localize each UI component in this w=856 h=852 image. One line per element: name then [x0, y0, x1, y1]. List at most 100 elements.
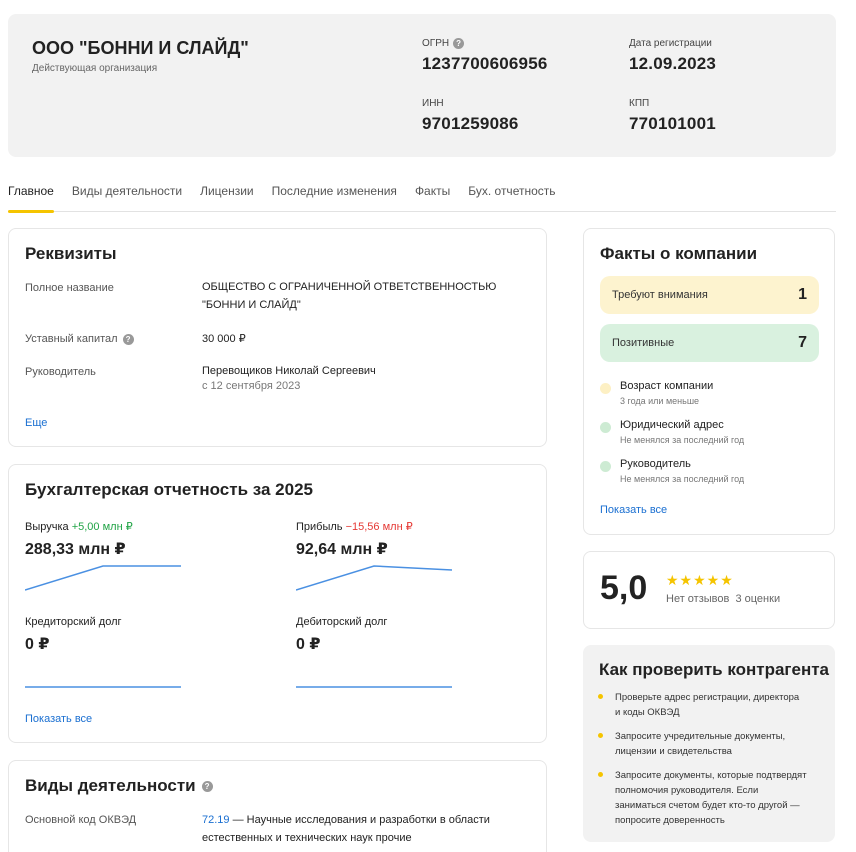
main-code-label: Основной код ОКВЭД [25, 814, 137, 826]
tip-line: полномочия руководителя. Если [615, 785, 759, 796]
kpp-label: КПП [629, 98, 650, 109]
status-dot-icon [600, 383, 611, 394]
help-icon[interactable]: ? [453, 38, 465, 49]
tip-line: и коды ОКВЭД [615, 707, 680, 718]
stars-icon[interactable]: ★★★★★ [666, 572, 734, 589]
facts-show-all-link[interactable]: Показать все [600, 504, 667, 516]
tab-bar: Главное Виды деятельности Лицензии После… [8, 176, 836, 213]
rating-card: 5,0 ★★★★★ Нет отзывов 3 оценки [583, 551, 835, 629]
creditor-label: Кредиторский долг [25, 616, 122, 628]
tab-accounting[interactable]: Бух. отчетность [468, 176, 555, 212]
bullet-icon [598, 733, 603, 738]
tip-line: лицензии и свидетельства [615, 746, 732, 757]
ratings-count: 3 оценки [735, 593, 781, 605]
check-counterparty-card: Как проверить контрагента Проверьте адре… [583, 645, 835, 842]
director-name[interactable]: Перевощиков Николай Сергеевич [202, 362, 376, 380]
tab-main[interactable]: Главное [8, 176, 54, 213]
tab-activities[interactable]: Виды деятельности [72, 176, 182, 212]
tip-item: Запросите документы, которые подтвердят … [615, 768, 815, 828]
tip-line: Запросите учредительные документы, [615, 731, 786, 742]
fact-item: Юридический адрес Не менялся за последни… [600, 419, 744, 445]
no-reviews[interactable]: Нет отзывов [666, 593, 729, 605]
creditor-sparkline [25, 686, 181, 688]
accounting-card: Бухгалтерская отчетность за 2025 Выручка… [8, 464, 547, 743]
tip-item: Запросите учредительные документы, лицен… [615, 729, 815, 759]
tab-recent-changes[interactable]: Последние изменения [272, 176, 397, 212]
check-title: Как проверить контрагента [599, 660, 830, 679]
debtor-block: Дебиторский долг 0 ₽ [296, 616, 387, 654]
requisites-title: Реквизиты [25, 244, 117, 263]
tab-facts[interactable]: Факты [415, 176, 450, 212]
positive-pill[interactable]: Позитивные 7 [600, 324, 819, 362]
creditor-value: 0 ₽ [25, 636, 50, 653]
profit-value: 92,64 млн ₽ [296, 541, 388, 558]
debtor-label: Дебиторский долг [296, 616, 388, 628]
company-status: Действующая организация [32, 63, 158, 74]
status-dot-icon [600, 422, 611, 433]
ogrn-field: ОГРН? 1237700606956 [422, 38, 548, 74]
fact-sub: Не менялся за последний год [620, 435, 745, 445]
main-code-value: 72.19 — Научные исследования и разработк… [202, 811, 532, 847]
profit-sparkline [296, 565, 453, 591]
help-icon[interactable]: ? [122, 333, 134, 345]
revenue-delta: +5,00 млн ₽ [71, 521, 133, 533]
capital-value: 30 000 ₽ [202, 333, 246, 345]
tip-line: Запросите документы, которые подтвердят [615, 770, 807, 781]
inn-label: ИНН [422, 98, 444, 109]
debtor-sparkline [296, 686, 452, 688]
okved-code-link[interactable]: 72.19 [202, 814, 230, 826]
activities-title-row: Виды деятельности ? [25, 776, 213, 796]
kpp-value: 770101001 [629, 114, 716, 133]
full-name-value: ОБЩЕСТВО С ОГРАНИЧЕННОЙ ОТВЕТСТВЕННОСТЬЮ… [202, 278, 496, 314]
reviews-info: Нет отзывов 3 оценки [666, 593, 780, 605]
attention-count: 1 [798, 286, 807, 303]
fact-sub: Не менялся за последний год [620, 474, 745, 484]
okved-desc-line2: естественных и технических наук прочие [202, 832, 412, 844]
revenue-sparkline [25, 565, 181, 591]
revenue-value: 288,33 млн ₽ [25, 541, 126, 558]
activities-title: Виды деятельности [25, 776, 196, 795]
positive-count: 7 [798, 334, 807, 351]
requisites-card: Реквизиты Полное название ОБЩЕСТВО С ОГР… [8, 228, 547, 447]
accounting-title: Бухгалтерская отчетность за 2025 [25, 480, 313, 499]
fact-title: Возраст компании [620, 380, 714, 392]
capital-label-text: Уставный капитал [25, 333, 118, 345]
profit-label: Прибыль [296, 521, 343, 533]
accounting-show-all-link[interactable]: Показать все [25, 713, 92, 725]
facts-title: Факты о компании [600, 244, 758, 263]
director-label: Руководитель [25, 366, 96, 378]
reg-date-label: Дата регистрации [629, 38, 712, 49]
creditor-block: Кредиторский долг 0 ₽ [25, 616, 122, 654]
ogrn-label: ОГРН [422, 38, 450, 49]
fact-item: Руководитель Не менялся за последний год [600, 458, 744, 484]
tip-line: попросите доверенность [615, 815, 725, 826]
debtor-value: 0 ₽ [296, 636, 321, 653]
fact-title: Юридический адрес [620, 419, 724, 431]
fact-sub: 3 года или меньше [620, 396, 700, 406]
revenue-block: Выручка +5,00 млн ₽ 288,33 млн ₽ [25, 520, 133, 559]
profit-delta: −15,56 млн ₽ [345, 521, 413, 533]
full-name-line1: ОБЩЕСТВО С ОГРАНИЧЕННОЙ ОТВЕТСТВЕННОСТЬЮ [202, 281, 497, 293]
fact-item: Возраст компании 3 года или меньше [600, 380, 713, 406]
bullet-icon [598, 772, 603, 777]
inn-field: ИНН 9701259086 [422, 98, 519, 134]
director-since: с 12 сентября 2023 [202, 380, 301, 392]
revenue-label: Выручка [25, 521, 69, 533]
director-value: Перевощиков Николай Сергеевич с 12 сентя… [202, 362, 376, 392]
tip-item: Проверьте адрес регистрации, директора и… [615, 690, 815, 720]
inn-value: 9701259086 [422, 114, 519, 133]
fact-title: Руководитель [620, 458, 691, 470]
tab-licenses[interactable]: Лицензии [200, 176, 254, 212]
company-header: ООО "БОННИ И СЛАЙД" Действующая организа… [8, 14, 836, 157]
reg-date-value: 12.09.2023 [629, 54, 717, 73]
tip-line: заниматься счетом будет кто-то другой — [615, 800, 800, 811]
attention-pill[interactable]: Требуют внимания 1 [600, 276, 819, 314]
more-link[interactable]: Еще [25, 417, 47, 429]
company-name: ООО "БОННИ И СЛАЙД" [32, 38, 249, 58]
help-icon[interactable]: ? [201, 780, 213, 792]
facts-card: Факты о компании Требуют внимания 1 Пози… [583, 228, 835, 535]
capital-label: Уставный капитал ? [25, 333, 134, 345]
full-name-label: Полное название [25, 282, 114, 294]
activities-card: Виды деятельности ? Основной код ОКВЭД 7… [8, 760, 547, 852]
attention-label: Требуют внимания [612, 289, 708, 301]
